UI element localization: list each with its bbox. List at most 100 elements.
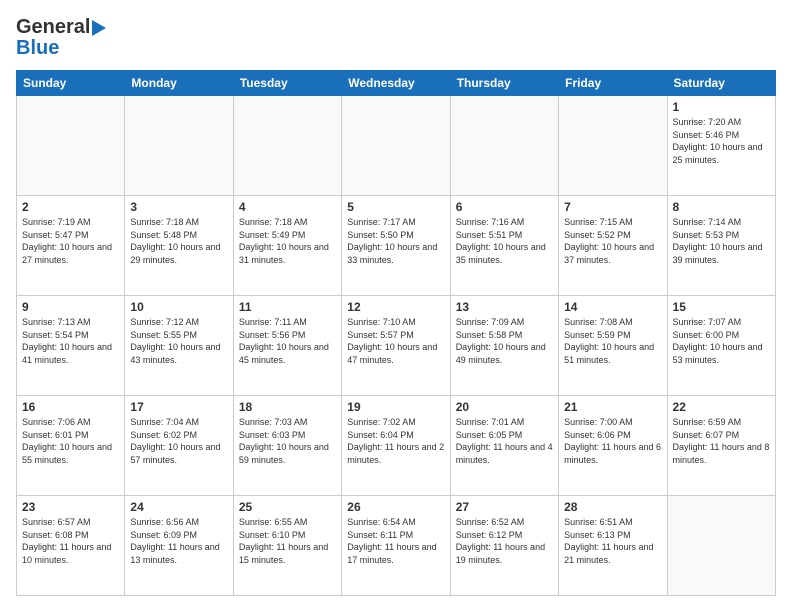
day-cell: 27 Sunrise: 6:52 AM Sunset: 6:12 PM Dayli… [450, 496, 558, 596]
day-number: 21 [564, 400, 661, 414]
day-info: Sunrise: 7:18 AM Sunset: 5:49 PM Dayligh… [239, 216, 336, 266]
day-number: 8 [673, 200, 770, 214]
day-number: 25 [239, 500, 336, 514]
day-cell [233, 96, 341, 196]
day-info: Sunrise: 7:15 AM Sunset: 5:52 PM Dayligh… [564, 216, 661, 266]
day-number: 24 [130, 500, 227, 514]
day-cell: 18 Sunrise: 7:03 AM Sunset: 6:03 PM Dayli… [233, 396, 341, 496]
day-cell: 26 Sunrise: 6:54 AM Sunset: 6:11 PM Dayli… [342, 496, 450, 596]
weekday-header-wednesday: Wednesday [342, 71, 450, 96]
day-info: Sunrise: 7:04 AM Sunset: 6:02 PM Dayligh… [130, 416, 227, 466]
weekday-header-monday: Monday [125, 71, 233, 96]
day-number: 12 [347, 300, 444, 314]
week-row-2: 2 Sunrise: 7:19 AM Sunset: 5:47 PM Daylig… [17, 196, 776, 296]
logo: General Blue [16, 16, 106, 60]
day-cell [125, 96, 233, 196]
day-cell: 12 Sunrise: 7:10 AM Sunset: 5:57 PM Dayli… [342, 296, 450, 396]
day-cell: 17 Sunrise: 7:04 AM Sunset: 6:02 PM Dayli… [125, 396, 233, 496]
logo-general: General [16, 16, 90, 39]
day-cell: 11 Sunrise: 7:11 AM Sunset: 5:56 PM Dayli… [233, 296, 341, 396]
day-cell: 5 Sunrise: 7:17 AM Sunset: 5:50 PM Daylig… [342, 196, 450, 296]
day-cell [559, 96, 667, 196]
day-number: 5 [347, 200, 444, 214]
day-cell [17, 96, 125, 196]
day-cell: 24 Sunrise: 6:56 AM Sunset: 6:09 PM Dayli… [125, 496, 233, 596]
day-info: Sunrise: 6:59 AM Sunset: 6:07 PM Dayligh… [673, 416, 770, 466]
day-number: 18 [239, 400, 336, 414]
day-number: 4 [239, 200, 336, 214]
day-info: Sunrise: 7:13 AM Sunset: 5:54 PM Dayligh… [22, 316, 119, 366]
day-cell: 7 Sunrise: 7:15 AM Sunset: 5:52 PM Daylig… [559, 196, 667, 296]
day-info: Sunrise: 6:52 AM Sunset: 6:12 PM Dayligh… [456, 516, 553, 566]
day-cell: 16 Sunrise: 7:06 AM Sunset: 6:01 PM Dayli… [17, 396, 125, 496]
day-info: Sunrise: 7:11 AM Sunset: 5:56 PM Dayligh… [239, 316, 336, 366]
day-info: Sunrise: 7:12 AM Sunset: 5:55 PM Dayligh… [130, 316, 227, 366]
weekday-header-friday: Friday [559, 71, 667, 96]
day-info: Sunrise: 7:02 AM Sunset: 6:04 PM Dayligh… [347, 416, 444, 466]
logo-blue: Blue [16, 37, 59, 60]
day-cell: 23 Sunrise: 6:57 AM Sunset: 6:08 PM Dayli… [17, 496, 125, 596]
day-number: 14 [564, 300, 661, 314]
day-cell: 6 Sunrise: 7:16 AM Sunset: 5:51 PM Daylig… [450, 196, 558, 296]
day-cell: 3Sunrise: 7:18 AM Sunset: 5:48 PM Daylig… [125, 196, 233, 296]
day-info: Sunrise: 7:07 AM Sunset: 6:00 PM Dayligh… [673, 316, 770, 366]
day-cell: 8 Sunrise: 7:14 AM Sunset: 5:53 PM Daylig… [667, 196, 775, 296]
day-cell: 1 Sunrise: 7:20 AM Sunset: 5:46 PM Daylig… [667, 96, 775, 196]
day-number: 11 [239, 300, 336, 314]
day-cell: 2 Sunrise: 7:19 AM Sunset: 5:47 PM Daylig… [17, 196, 125, 296]
day-info: Sunrise: 7:20 AM Sunset: 5:46 PM Dayligh… [673, 116, 770, 166]
week-row-5: 23 Sunrise: 6:57 AM Sunset: 6:08 PM Dayli… [17, 496, 776, 596]
day-info: Sunrise: 7:18 AM Sunset: 5:48 PM Dayligh… [130, 216, 227, 266]
day-info: Sunrise: 7:10 AM Sunset: 5:57 PM Dayligh… [347, 316, 444, 366]
day-info: Sunrise: 7:01 AM Sunset: 6:05 PM Dayligh… [456, 416, 553, 466]
day-number: 19 [347, 400, 444, 414]
day-cell [342, 96, 450, 196]
day-number: 28 [564, 500, 661, 514]
day-number: 23 [22, 500, 119, 514]
day-info: Sunrise: 7:03 AM Sunset: 6:03 PM Dayligh… [239, 416, 336, 466]
day-number: 7 [564, 200, 661, 214]
week-row-4: 16 Sunrise: 7:06 AM Sunset: 6:01 PM Dayli… [17, 396, 776, 496]
day-info: Sunrise: 7:19 AM Sunset: 5:47 PM Dayligh… [22, 216, 119, 266]
day-info: Sunrise: 7:00 AM Sunset: 6:06 PM Dayligh… [564, 416, 661, 466]
day-cell: 13Sunrise: 7:09 AM Sunset: 5:58 PM Dayli… [450, 296, 558, 396]
day-cell: 21 Sunrise: 7:00 AM Sunset: 6:06 PM Dayli… [559, 396, 667, 496]
day-number: 10 [130, 300, 227, 314]
day-number: 15 [673, 300, 770, 314]
day-number: 27 [456, 500, 553, 514]
day-cell: 9 Sunrise: 7:13 AM Sunset: 5:54 PM Daylig… [17, 296, 125, 396]
day-cell: 28 Sunrise: 6:51 AM Sunset: 6:13 PM Dayli… [559, 496, 667, 596]
day-info: Sunrise: 7:16 AM Sunset: 5:51 PM Dayligh… [456, 216, 553, 266]
day-number: 26 [347, 500, 444, 514]
day-info: Sunrise: 6:54 AM Sunset: 6:11 PM Dayligh… [347, 516, 444, 566]
day-number: 2 [22, 200, 119, 214]
page: General Blue SundayMondayTuesdayWednesda… [0, 0, 792, 612]
day-cell: 20 Sunrise: 7:01 AM Sunset: 6:05 PM Dayli… [450, 396, 558, 496]
day-info: Sunrise: 7:17 AM Sunset: 5:50 PM Dayligh… [347, 216, 444, 266]
day-number: 1 [673, 100, 770, 114]
day-info: Sunrise: 6:51 AM Sunset: 6:13 PM Dayligh… [564, 516, 661, 566]
day-number: 13 [456, 300, 553, 314]
day-number: 22 [673, 400, 770, 414]
day-info: Sunrise: 6:55 AM Sunset: 6:10 PM Dayligh… [239, 516, 336, 566]
weekday-header-thursday: Thursday [450, 71, 558, 96]
day-cell: 25 Sunrise: 6:55 AM Sunset: 6:10 PM Dayli… [233, 496, 341, 596]
day-info: Sunrise: 6:56 AM Sunset: 6:09 PM Dayligh… [130, 516, 227, 566]
calendar-table: SundayMondayTuesdayWednesdayThursdayFrid… [16, 70, 776, 596]
day-number: 6 [456, 200, 553, 214]
day-number: 20 [456, 400, 553, 414]
day-info: Sunrise: 7:14 AM Sunset: 5:53 PM Dayligh… [673, 216, 770, 266]
day-cell: 19 Sunrise: 7:02 AM Sunset: 6:04 PM Dayli… [342, 396, 450, 496]
day-info: Sunrise: 7:06 AM Sunset: 6:01 PM Dayligh… [22, 416, 119, 466]
weekday-header-sunday: Sunday [17, 71, 125, 96]
day-info: Sunrise: 6:57 AM Sunset: 6:08 PM Dayligh… [22, 516, 119, 566]
weekday-header-saturday: Saturday [667, 71, 775, 96]
day-number: 17 [130, 400, 227, 414]
day-cell: 4 Sunrise: 7:18 AM Sunset: 5:49 PM Daylig… [233, 196, 341, 296]
day-cell: 15 Sunrise: 7:07 AM Sunset: 6:00 PM Dayli… [667, 296, 775, 396]
week-row-3: 9 Sunrise: 7:13 AM Sunset: 5:54 PM Daylig… [17, 296, 776, 396]
day-number: 16 [22, 400, 119, 414]
day-number: 9 [22, 300, 119, 314]
weekday-header-row: SundayMondayTuesdayWednesdayThursdayFrid… [17, 71, 776, 96]
day-cell [450, 96, 558, 196]
